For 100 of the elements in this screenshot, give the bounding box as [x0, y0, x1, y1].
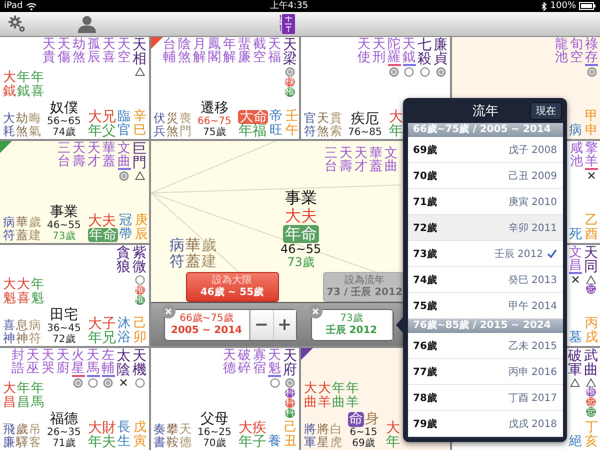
minus-button[interactable]: −: [250, 310, 272, 340]
star-badge: 權: [586, 387, 596, 398]
year-label: 己丑 2009: [508, 170, 557, 182]
deity-name: 天煞: [317, 112, 329, 138]
now-button[interactable]: 現在: [530, 102, 562, 120]
deity-name: 將星: [317, 423, 329, 449]
star-name: 貪狼: [116, 246, 130, 274]
star-name: 文曲: [118, 142, 130, 170]
age-range: 56~65: [47, 116, 81, 127]
deity-name: 天德: [180, 423, 192, 449]
year-label: 戊戌 2018: [508, 418, 557, 430]
year-palace-label: 年福: [238, 124, 266, 138]
star-name: 破碎: [238, 349, 251, 376]
battery-percent: 100%: [550, 1, 576, 11]
circle-mark-icon: [270, 378, 280, 388]
star-name: 劫煞: [72, 38, 86, 64]
growth-stage: 臨官: [118, 110, 130, 138]
year-palace-label: 年兄: [88, 331, 116, 346]
age-label: 71歲: [413, 196, 437, 208]
triangle-mark-icon: [134, 67, 144, 76]
star-name: 天鉞: [402, 38, 416, 66]
deity-name: 喪門: [180, 112, 192, 138]
star-name: 寡宿: [253, 349, 266, 376]
palace-name: 田宅: [50, 308, 78, 324]
growth-stage: 死: [569, 228, 582, 242]
person-icon[interactable]: [78, 15, 96, 33]
star-name: 天壽: [340, 146, 352, 173]
age-label: 72歲: [413, 222, 437, 234]
deity-name: 華蓋: [186, 236, 200, 269]
star-name: 截空: [253, 38, 266, 64]
growth-stage: 冠帶: [118, 214, 132, 242]
star-name: 天府: [283, 349, 297, 378]
star-name: 天魁: [268, 349, 281, 378]
star-name: 天傷: [58, 38, 70, 64]
stem-branch: 己卯: [134, 317, 146, 346]
year-selector[interactable]: 73歲 壬辰 2012: [312, 310, 392, 340]
star-name: 天馬: [86, 349, 100, 378]
cross-mark-icon: [587, 170, 596, 180]
settings-icon[interactable]: [8, 15, 26, 33]
decade-palace-label: 大子: [88, 317, 116, 332]
star-name: 文昌: [569, 246, 582, 274]
close-icon[interactable]: [308, 304, 322, 319]
star-name: 天同: [584, 246, 598, 274]
star-name: 天相: [132, 38, 146, 66]
age-label: 74歲: [52, 126, 76, 138]
star-name: 天巫: [26, 349, 40, 376]
body-palace-label: 身: [365, 412, 379, 427]
deity-name: 歲建: [202, 236, 216, 269]
deity-name: 飛廉: [3, 423, 15, 449]
age-label: 70歲: [203, 438, 226, 449]
palace-tag: 年喜: [31, 70, 44, 99]
ring-mark-icon: [436, 67, 446, 77]
deity-name: 病符: [170, 236, 184, 269]
star-name: 文曲: [384, 146, 398, 173]
star-badge: 忌: [586, 397, 596, 408]
circle-mark-icon: [134, 378, 144, 388]
deity-name: 病符: [29, 319, 41, 346]
age-range: 46~55: [280, 242, 322, 256]
year-label: 戊子 2008: [508, 144, 557, 156]
decade-palace-label: 大夫: [88, 214, 116, 228]
close-icon[interactable]: [160, 304, 176, 319]
star-name: 太陰: [116, 349, 130, 378]
circle-mark-icon: [134, 274, 144, 284]
set-decade-button[interactable]: 設為大限 46歲 ~ 55歲: [186, 272, 278, 302]
year-row[interactable]: 72歲 辛卯 2011: [408, 215, 563, 241]
palace-tag: 大喜: [17, 278, 30, 306]
clock-time: 上午4:35: [270, 1, 308, 11]
palace-name: 遷移: [200, 100, 228, 116]
age-range: 46~55: [47, 220, 81, 230]
palace-name: 事業: [50, 204, 78, 220]
age-label: 75歲: [413, 300, 437, 312]
ring-mark-icon: [285, 67, 295, 77]
age-label: 75歲: [203, 126, 226, 138]
year-label: 壬辰 2012: [494, 248, 543, 260]
age-label: 79歲: [413, 418, 437, 430]
star-badge: 忌: [586, 284, 596, 294]
year-label: 丙申 2016: [508, 366, 557, 378]
star-name: 天貴: [42, 38, 56, 64]
year-label: 癸巳 2013: [508, 274, 557, 286]
year-label: 乙未 2015: [508, 340, 557, 352]
deity-name: 歲驛: [16, 423, 28, 449]
ring-mark-icon: [285, 378, 295, 388]
ring-mark-icon: [103, 378, 113, 388]
deity-name: 官符: [304, 112, 316, 138]
wifi-icon: [26, 2, 37, 10]
deity-name: 晦氣: [29, 112, 41, 138]
star-name: 陀羅: [388, 38, 400, 66]
palace-name: 父母: [200, 412, 228, 427]
cross-mark-icon: [119, 378, 128, 388]
deity-name: 白虎: [330, 423, 342, 449]
bluetooth-icon: [541, 2, 548, 10]
palace-tag: 年魁: [31, 278, 44, 306]
star-name: 紫微: [132, 246, 146, 274]
stem-branch: 壬午: [285, 110, 298, 138]
ring-mark-icon: [389, 67, 399, 77]
age-range: 16~25: [198, 427, 232, 438]
deity-name: 息神: [16, 319, 28, 346]
plus-button[interactable]: +: [272, 310, 296, 340]
palace-name: 福德: [50, 412, 78, 427]
age-range: 36~45: [47, 323, 81, 334]
